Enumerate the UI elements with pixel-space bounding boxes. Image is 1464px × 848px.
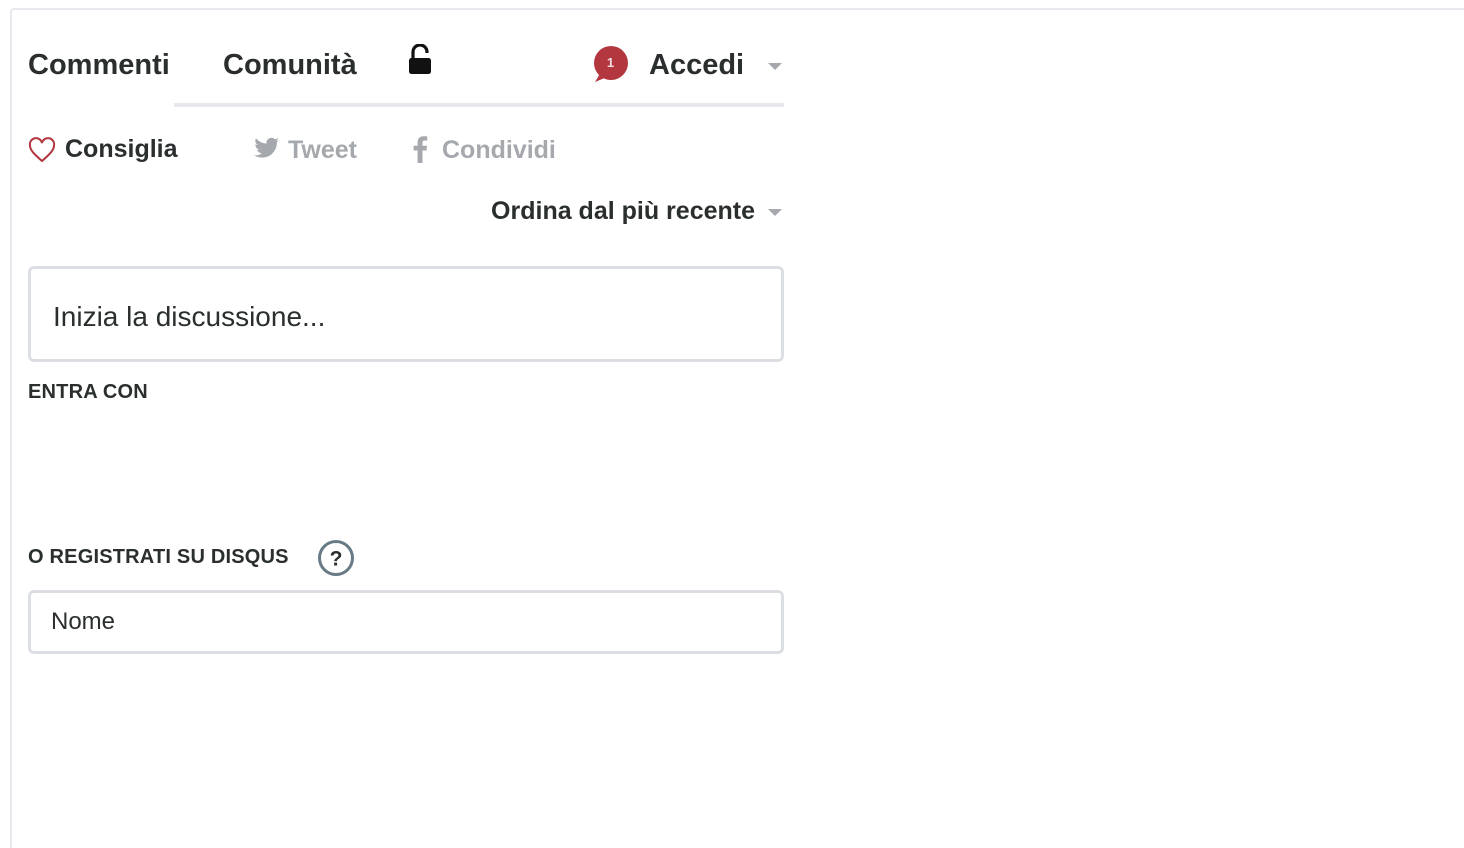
comments-widget-frame bbox=[10, 8, 1464, 848]
notification-count: 1 bbox=[606, 55, 615, 70]
facebook-icon bbox=[413, 136, 428, 163]
share-label: Condividi bbox=[442, 136, 556, 164]
chevron-down-icon[interactable] bbox=[768, 209, 782, 216]
notification-button[interactable]: 1 bbox=[592, 46, 629, 83]
sort-dropdown[interactable]: Ordina dal più recente bbox=[491, 197, 755, 226]
question-mark-icon[interactable]: ? bbox=[317, 539, 355, 577]
twitter-bird-icon bbox=[254, 137, 280, 158]
tweet-label: Tweet bbox=[288, 136, 357, 164]
name-field[interactable] bbox=[28, 590, 784, 654]
lock-icon[interactable] bbox=[407, 43, 433, 76]
chevron-down-icon[interactable] bbox=[768, 63, 782, 70]
enter-with-label: ENTRA CON bbox=[28, 381, 148, 403]
login-menu[interactable]: Accedi bbox=[649, 49, 744, 82]
tab-comments[interactable]: Commenti bbox=[28, 49, 170, 82]
svg-text:?: ? bbox=[330, 548, 343, 571]
compose-placeholder: Inizia la discussione... bbox=[53, 301, 326, 332]
comment-compose-box[interactable]: Inizia la discussione... bbox=[28, 266, 784, 362]
tab-community[interactable]: Comunità bbox=[223, 49, 357, 82]
recommend-label: Consiglia bbox=[65, 135, 178, 163]
nav-underline bbox=[174, 103, 784, 107]
register-disqus-label: O REGISTRATI SU DISQUS bbox=[28, 546, 289, 568]
heart-icon bbox=[28, 137, 56, 163]
